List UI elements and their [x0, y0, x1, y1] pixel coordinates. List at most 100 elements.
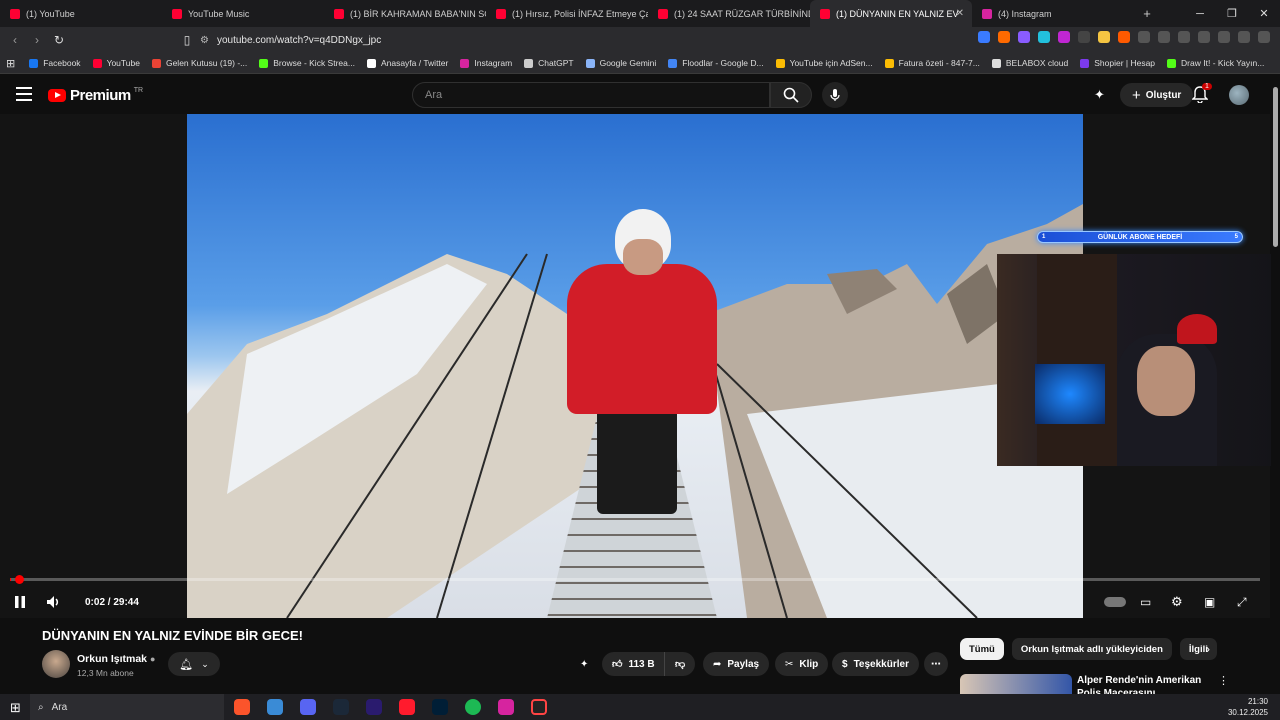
create-button[interactable]: + Oluştur: [1120, 83, 1194, 107]
fullscreen-icon[interactable]: ⤢: [1237, 592, 1247, 612]
app-icon[interactable]: [267, 699, 283, 715]
bookmark-item[interactable]: Shopier | Hesap: [1080, 58, 1155, 68]
vpn-icon[interactable]: [1238, 31, 1250, 43]
subscription-bell-button[interactable]: 🔔︎ ⌄: [168, 652, 220, 676]
like-button[interactable]: 👍︎ 113 B: [602, 652, 665, 676]
steam-icon[interactable]: [333, 699, 349, 715]
extension-icon[interactable]: [978, 31, 990, 43]
site-info-icon[interactable]: ⚙: [200, 35, 209, 46]
back-icon[interactable]: ‹: [4, 29, 26, 51]
extension-icon[interactable]: [1038, 31, 1050, 43]
windows-start-icon[interactable]: ⊞: [10, 700, 21, 716]
extension-icon[interactable]: [1018, 31, 1030, 43]
autoplay-toggle[interactable]: [1104, 592, 1126, 612]
system-clock[interactable]: 21:30 30.12.2025: [1228, 696, 1268, 718]
bookmark-item[interactable]: ChatGPT: [524, 58, 574, 68]
forward-icon[interactable]: ›: [26, 29, 48, 51]
browser-tab[interactable]: (1) DÜNYANIN EN YALNIZ EV ✕: [810, 0, 972, 27]
channel-avatar[interactable]: [42, 650, 70, 678]
bookmark-item[interactable]: Anasayfa / Twitter: [366, 58, 448, 68]
restore-button[interactable]: ❐: [1216, 0, 1248, 27]
bookmark-item[interactable]: Floodlar - Google D...: [668, 58, 764, 68]
filter-chip[interactable]: İlgili: [1179, 638, 1217, 660]
thanks-button[interactable]: $ Teşekkürler: [832, 652, 919, 676]
close-tab-icon[interactable]: ✕: [956, 8, 964, 19]
browser-tab[interactable]: (4) Instagram: [972, 0, 1134, 27]
minimize-button[interactable]: ─: [1184, 0, 1216, 27]
menu-icon[interactable]: [16, 87, 32, 105]
extension-icon[interactable]: [1058, 31, 1070, 43]
bookmark-item[interactable]: Instagram: [460, 58, 512, 68]
premiere-icon[interactable]: [366, 699, 382, 715]
extension-icon[interactable]: [1138, 31, 1150, 43]
spotify-icon[interactable]: [465, 699, 481, 715]
browser-tab[interactable]: YouTube Music: [162, 0, 324, 27]
scrubber-handle[interactable]: [15, 575, 24, 584]
channel-name[interactable]: Orkun Işıtmak ●: [77, 653, 155, 665]
browser-tab[interactable]: (1) 24 SAAT RÜZGAR TÜRBİNİNDE M: [648, 0, 810, 27]
ai-icon[interactable]: ✦: [576, 652, 592, 676]
opera-icon[interactable]: [399, 699, 415, 715]
recommended-thumbnail[interactable]: [960, 674, 1072, 694]
apps-icon[interactable]: ⊞: [6, 57, 15, 70]
menu-icon[interactable]: [1258, 31, 1270, 43]
subtitles-icon[interactable]: ▭: [1140, 592, 1151, 612]
extension-icon[interactable]: [998, 31, 1010, 43]
bookmark-item[interactable]: Google Gemini: [585, 58, 656, 68]
bookmark-item[interactable]: Facebook: [29, 58, 81, 68]
clip-button[interactable]: ✂ Klip: [775, 652, 829, 676]
bookmark-item[interactable]: Fatura özeti - 847-7...: [884, 58, 980, 68]
bookmark-item[interactable]: Browse - Kick Strea...: [259, 58, 355, 68]
address-bar[interactable]: ⚙ youtube.com/watch?v=q4DDNgx_jpc: [200, 30, 890, 50]
extension-icon[interactable]: [1078, 31, 1090, 43]
miniplayer-icon[interactable]: ▣: [1204, 592, 1215, 612]
extension-icon[interactable]: [1098, 31, 1110, 43]
avatar[interactable]: [1229, 85, 1249, 105]
filter-chip[interactable]: Tümü: [960, 638, 1004, 660]
close-window-button[interactable]: ✕: [1248, 0, 1280, 27]
music-icon[interactable]: [1158, 31, 1170, 43]
obs-icon[interactable]: [531, 699, 547, 715]
browser-tab[interactable]: (1) YouTube: [0, 0, 162, 27]
bookmark-icon[interactable]: ▯: [176, 29, 198, 51]
wallet-icon[interactable]: [1198, 31, 1210, 43]
voice-search-button[interactable]: [822, 82, 848, 108]
pause-button[interactable]: [14, 592, 26, 612]
recommended-more-icon[interactable]: ⋮: [1218, 674, 1229, 687]
brave-browser-icon[interactable]: [234, 699, 250, 715]
settings-icon[interactable]: ⚙: [1171, 592, 1183, 612]
chips-next-icon[interactable]: ›: [1206, 642, 1210, 656]
instagram-icon[interactable]: [498, 699, 514, 715]
scrollbar-thumb[interactable]: [1273, 87, 1278, 247]
recommended-title[interactable]: Alper Rende'nin Amerikan Polis Macerasın…: [1077, 674, 1217, 694]
video-player[interactable]: 1 GÜNLÜK ABONE HEDEFİ 5 0:02 / 29:44 ▭ ⚙…: [0, 114, 1280, 618]
browser-tab[interactable]: (1) BİR KAHRAMAN BABA'NIN SONU: [324, 0, 486, 27]
page-scrollbar[interactable]: [1271, 75, 1280, 694]
notifications-button[interactable]: 1: [1191, 83, 1212, 108]
bookmark-item[interactable]: YouTube: [92, 58, 140, 68]
bookmark-item[interactable]: BELABOX cloud: [991, 58, 1068, 68]
discord-icon[interactable]: [300, 699, 316, 715]
sidebar-icon[interactable]: [1178, 31, 1190, 43]
extension-icon[interactable]: [1118, 31, 1130, 43]
bookmark-item[interactable]: Gelen Kutusu (19) -...: [151, 58, 247, 68]
share-button[interactable]: ➦ Paylaş: [703, 652, 770, 676]
search-button[interactable]: [770, 82, 812, 108]
search-input[interactable]: Ara: [412, 82, 770, 108]
taskbar-search[interactable]: ⌕ Ara: [30, 694, 224, 720]
reload-icon[interactable]: ↻: [48, 29, 70, 51]
bookmark-item[interactable]: Draw It! - Kick Yayın...: [1167, 58, 1264, 68]
new-tab-button[interactable]: +: [1134, 6, 1160, 21]
leo-icon[interactable]: [1218, 31, 1230, 43]
filter-chip[interactable]: Orkun Işıtmak adlı yükleyiciden: [1011, 638, 1172, 660]
photoshop-icon[interactable]: [432, 699, 448, 715]
dislike-button[interactable]: 👎︎: [664, 652, 696, 676]
volume-button[interactable]: [46, 592, 62, 612]
progress-bar[interactable]: [10, 575, 1260, 584]
browser-tab[interactable]: (1) Hırsız, Polisi İNFAZ Etmeye Çalıştı: [486, 0, 648, 27]
more-actions-button[interactable]: ⋯: [924, 652, 948, 676]
youtube-logo[interactable]: Premium TR: [48, 87, 143, 104]
shorts-icon[interactable]: ✦: [1094, 87, 1105, 103]
bookmark-item[interactable]: YouTube için AdSen...: [775, 58, 873, 68]
video-frame[interactable]: [187, 114, 1083, 618]
